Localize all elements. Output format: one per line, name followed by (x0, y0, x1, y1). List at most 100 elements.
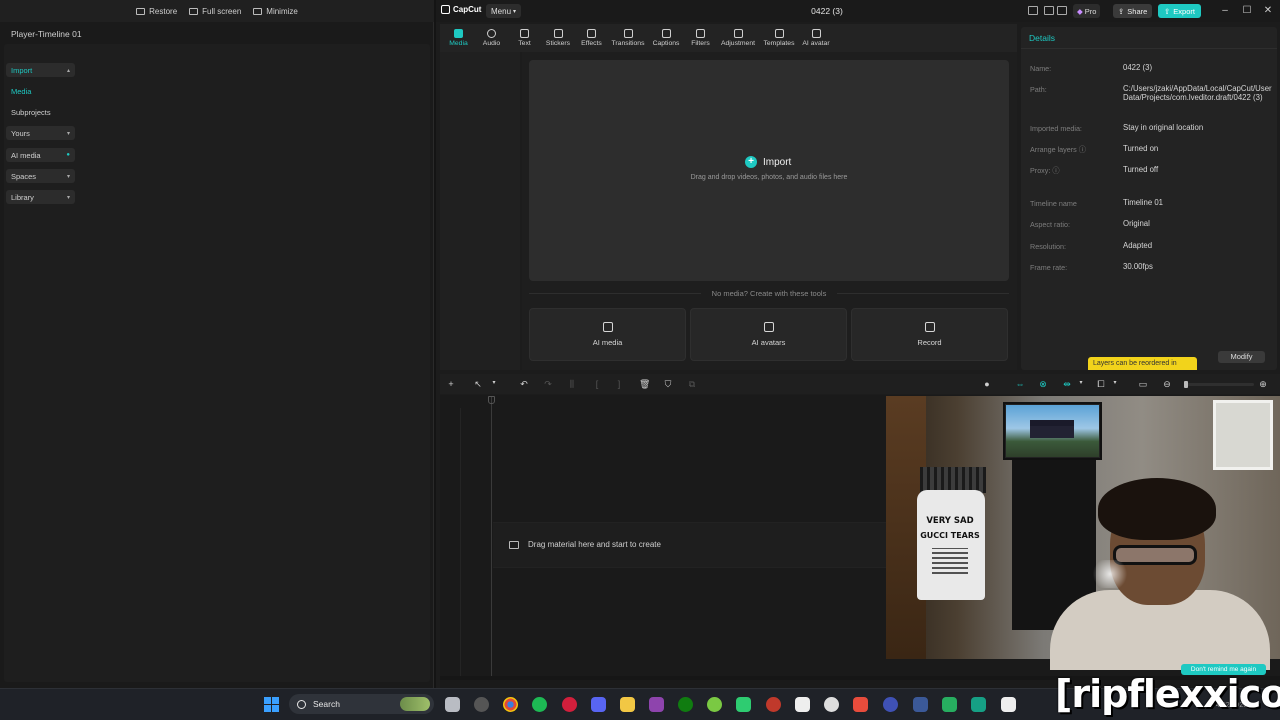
ai-media-card[interactable]: AI media (529, 308, 686, 361)
chevron-down-icon: ▾ (66, 173, 70, 180)
magnet-icon[interactable]: ⊗ (1038, 379, 1048, 390)
panel-icon[interactable] (1057, 6, 1067, 15)
detail-label: Name: (1030, 64, 1052, 73)
xbox-icon[interactable] (678, 697, 693, 712)
detail-label: Proxy: ⓘ (1030, 166, 1060, 175)
windows-start-icon[interactable] (264, 697, 279, 712)
crop-icon[interactable]: ⧉ (687, 379, 697, 390)
microphone-icon[interactable]: ● (982, 379, 992, 389)
sidebar-item-media[interactable]: Media (6, 84, 75, 98)
capcut-icon[interactable] (1001, 697, 1016, 712)
file-explorer-icon[interactable] (620, 697, 635, 712)
window-maximize-button[interactable]: ☐ (1241, 5, 1253, 16)
snap-icon[interactable]: ⇹ (1062, 379, 1072, 390)
app-icon[interactable] (942, 697, 957, 712)
split-icon[interactable]: ⫼ (567, 379, 577, 390)
chevron-down-icon[interactable]: ▾ (1076, 379, 1086, 386)
zoom-slider[interactable] (1184, 383, 1254, 386)
chevron-down-icon[interactable]: ▾ (1110, 379, 1120, 386)
app-icon[interactable] (971, 697, 986, 712)
task-view-icon[interactable] (445, 697, 460, 712)
undo-icon[interactable]: ↶ (519, 379, 529, 390)
tab-effects[interactable]: Effects (575, 24, 608, 52)
tab-templates[interactable]: Templates (759, 24, 799, 52)
import-dropzone[interactable] (529, 60, 1009, 281)
tab-captions[interactable]: Captions (648, 24, 684, 52)
caption-icon[interactable]: ▭ (1138, 379, 1148, 390)
tab-filters[interactable]: Filters (684, 24, 717, 52)
opera-icon[interactable] (562, 697, 577, 712)
android-icon[interactable] (707, 697, 722, 712)
chrome-icon[interactable] (503, 697, 518, 712)
app-icon[interactable] (853, 697, 868, 712)
info-icon[interactable]: ⓘ (1079, 145, 1086, 154)
app-icon[interactable] (883, 697, 898, 712)
export-button[interactable]: ⇧ Export (1158, 4, 1201, 18)
detail-label: Arrange layers ⓘ (1030, 145, 1086, 154)
tab-text[interactable]: Text (508, 24, 541, 52)
record-card[interactable]: Record (851, 308, 1008, 361)
import-button[interactable]: + Import (745, 156, 791, 168)
sidebar-item-subprojects[interactable]: Subprojects (6, 105, 75, 119)
search-highlight-badge (400, 697, 430, 711)
zoom-out-icon[interactable]: ⊖ (1162, 379, 1172, 390)
select-tool-icon[interactable]: ↖ (473, 379, 483, 390)
sticker-icon (553, 29, 563, 38)
modify-button[interactable]: Modify (1218, 351, 1265, 363)
shortcuts-icon[interactable] (1044, 6, 1054, 15)
layout-icon[interactable] (1028, 6, 1038, 15)
window-close-button[interactable]: ✕ (1262, 5, 1274, 16)
spotify-icon[interactable] (532, 697, 547, 712)
detail-value: C:/Users/jzaki/AppData/Local/CapCut/User… (1123, 84, 1272, 102)
trim-right-icon[interactable]: ] (614, 379, 624, 389)
preview-icon[interactable]: ⧠ (1096, 379, 1106, 390)
sidebar-item-spaces[interactable]: Spaces ▾ (6, 169, 75, 183)
zoom-in-icon[interactable]: ⊕ (1258, 379, 1268, 390)
window-minimize-button[interactable]: – (1219, 5, 1231, 16)
pro-button[interactable]: ◆ Pro (1073, 4, 1101, 18)
fullscreen-button[interactable]: Full screen (189, 7, 241, 16)
sidebar-item-library[interactable]: Library ▾ (6, 190, 75, 204)
ai-avatars-card[interactable]: AI avatars (690, 308, 847, 361)
media-sidebar (440, 52, 520, 370)
info-icon[interactable]: ⓘ (1052, 166, 1059, 175)
add-track-icon[interactable]: + (446, 379, 456, 389)
tab-media[interactable]: Media (442, 24, 475, 52)
tab-audio[interactable]: Audio (475, 24, 508, 52)
webcam-person-hair (1098, 478, 1216, 540)
detail-value: Turned off (1123, 165, 1159, 174)
tab-transitions[interactable]: Transitions (608, 24, 648, 52)
link-icon[interactable]: ⇔ (1015, 379, 1025, 389)
shield-icon[interactable]: ⛉ (663, 379, 673, 390)
redo-icon[interactable]: ↷ (543, 379, 553, 390)
app-icon[interactable] (766, 697, 781, 712)
share-button[interactable]: ⇪ Share (1113, 4, 1153, 18)
delete-icon[interactable]: 🗑 (639, 379, 650, 390)
chevron-down-icon[interactable]: ▾ (489, 379, 499, 386)
zoom-slider-handle[interactable] (1184, 381, 1188, 388)
chatgpt-icon[interactable] (824, 697, 839, 712)
app-icon[interactable] (474, 697, 489, 712)
trim-left-icon[interactable]: [ (592, 379, 602, 389)
sidebar-item-yours[interactable]: Yours ▾ (6, 126, 75, 140)
menu-button[interactable]: Menu ▾ (486, 4, 522, 18)
app-icon[interactable] (913, 697, 928, 712)
detail-value: 30.00fps (1123, 262, 1153, 271)
chevron-down-icon: ▾ (513, 8, 517, 15)
sidebar-item-ai-media[interactable]: AI media ● (6, 148, 75, 162)
minimize-button[interactable]: Minimize (253, 7, 298, 16)
tab-ai-avatar[interactable]: AI avatar (799, 24, 833, 52)
project-title: 0422 (3) (811, 6, 843, 16)
capcut-icon[interactable] (795, 697, 810, 712)
tab-adjustment[interactable]: Adjustment (717, 24, 759, 52)
discord-icon[interactable] (591, 697, 606, 712)
audio-icon (487, 29, 496, 38)
detail-value: Adapted (1123, 241, 1153, 250)
playhead-handle[interactable] (488, 396, 495, 404)
app-icon[interactable] (649, 697, 664, 712)
sidebar-item-import[interactable]: Import ▴ (6, 63, 75, 77)
playhead[interactable] (491, 396, 492, 676)
restore-button[interactable]: Restore (136, 7, 177, 16)
tab-stickers[interactable]: Stickers (541, 24, 575, 52)
app-icon[interactable] (736, 697, 751, 712)
